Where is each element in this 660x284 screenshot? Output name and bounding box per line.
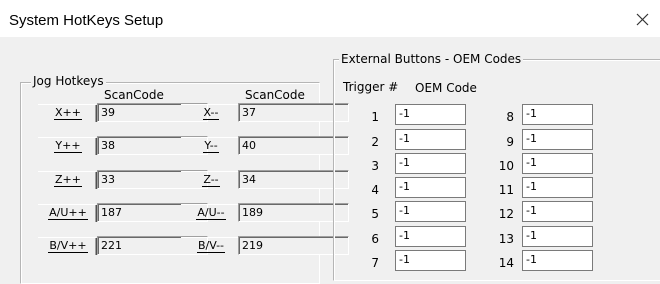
trigger-number-label: 10	[498, 159, 514, 173]
window-title: System HotKeys Setup	[9, 12, 164, 29]
hotkey-button-left[interactable]: X++	[38, 104, 98, 122]
trigger-number-label: 4	[371, 183, 379, 197]
close-button[interactable]	[630, 6, 656, 32]
scancode-header-left: ScanCode	[104, 88, 164, 102]
hotkey-button-right[interactable]: X--	[181, 104, 241, 122]
trigger-header: Trigger #	[343, 80, 399, 94]
trigger-number-label: 7	[371, 256, 379, 270]
hotkey-button-right[interactable]: A/U--	[181, 204, 241, 222]
hotkey-button-label: Y++	[54, 139, 82, 153]
trigger-number-label: 5	[371, 207, 379, 221]
oem-code-input[interactable]: -1	[522, 104, 593, 125]
hotkey-button-label: B/V--	[196, 239, 226, 253]
hotkey-button-label: A/U++	[48, 206, 88, 220]
hotkey-button-label: Z--	[202, 173, 220, 187]
trigger-number-label: 11	[498, 183, 514, 197]
close-icon	[636, 13, 649, 26]
trigger-number-label: 14	[498, 256, 514, 270]
external-buttons-label: External Buttons - OEM Codes	[339, 52, 524, 66]
trigger-number-label: 3	[371, 159, 379, 173]
hotkey-button-label: A/U--	[196, 206, 226, 220]
hotkey-button-right[interactable]: Y--	[181, 137, 241, 155]
hotkey-button-left[interactable]: Y++	[38, 137, 98, 155]
jog-hotkeys-label: Jog Hotkeys	[31, 74, 106, 88]
oem-code-input[interactable]: -1	[522, 250, 593, 271]
hotkey-button-label: X--	[202, 106, 220, 120]
hotkey-button-left[interactable]: Z++	[38, 171, 98, 189]
oem-code-input[interactable]: -1	[395, 250, 466, 271]
trigger-number-label: 2	[371, 135, 379, 149]
scancode-header-right: ScanCode	[245, 88, 305, 102]
hotkey-button-label: Y--	[203, 139, 219, 153]
oem-code-input[interactable]: -1	[522, 177, 593, 198]
hotkey-button-right[interactable]: B/V--	[181, 237, 241, 255]
hotkey-button-left[interactable]: B/V++	[38, 237, 98, 255]
hotkey-button-right[interactable]: Z--	[181, 171, 241, 189]
hotkey-button-left[interactable]: A/U++	[38, 204, 98, 222]
oem-code-input[interactable]: -1	[522, 201, 593, 222]
oem-code-input[interactable]: -1	[395, 177, 466, 198]
oem-code-input[interactable]: -1	[395, 201, 466, 222]
oem-code-input[interactable]: -1	[395, 153, 466, 174]
oem-code-input[interactable]: -1	[522, 226, 593, 247]
oem-code-header: OEM Code	[415, 81, 477, 95]
trigger-number-label: 12	[498, 207, 514, 221]
oem-code-input[interactable]: -1	[395, 129, 466, 150]
trigger-number-label: 9	[506, 135, 514, 149]
title-bar: System HotKeys Setup	[0, 0, 660, 37]
oem-code-input[interactable]: -1	[522, 129, 593, 150]
trigger-number-label: 13	[498, 232, 514, 246]
trigger-number-label: 8	[506, 110, 514, 124]
hotkey-button-label: Z++	[54, 173, 82, 187]
trigger-number-label: 6	[371, 232, 379, 246]
trigger-number-label: 1	[371, 110, 379, 124]
oem-code-input[interactable]: -1	[395, 226, 466, 247]
oem-code-input[interactable]: -1	[395, 104, 466, 125]
hotkey-button-label: X++	[54, 106, 82, 120]
oem-code-input[interactable]: -1	[522, 153, 593, 174]
hotkey-button-label: B/V++	[48, 239, 88, 253]
